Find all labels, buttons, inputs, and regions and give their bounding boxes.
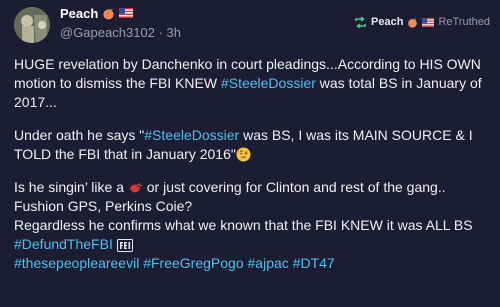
author-name[interactable]: Peach [60, 6, 98, 21]
post-card: Peach @Gapeach3102 · 3h Peach ReTruthed … [0, 0, 500, 307]
peach-emoji-icon [103, 8, 114, 20]
retruth-label: ReTruthed [438, 16, 490, 28]
us-flag-icon [119, 8, 134, 18]
paragraph-3-text-c: Regardless he confirms what we known tha… [14, 217, 473, 233]
paragraph-2-text-a: Under oath he says " [14, 127, 145, 143]
hashtag-link[interactable]: #SteeleDossier [221, 75, 316, 91]
hashtag-link[interactable]: #FreeGregPogo [143, 255, 243, 271]
red-bird-emoji-icon [129, 182, 143, 195]
post-time[interactable]: 3h [166, 25, 180, 40]
raised-eyebrow-emoji-icon [236, 147, 251, 162]
post-paragraph-1: HUGE revelation by Danchenko in court pl… [14, 55, 492, 112]
post-body: HUGE revelation by Danchenko in court pl… [14, 55, 492, 287]
post-paragraph-2: Under oath he says "#SteeleDossier was B… [14, 126, 492, 164]
author-name-row: Peach [60, 5, 134, 21]
hashtag-link[interactable]: #SteeleDossier [144, 127, 239, 143]
hashtag-link[interactable]: #ajpac [248, 255, 289, 271]
author-meta: @Gapeach3102 · 3h [60, 25, 181, 40]
hashtag-link[interactable]: #DT47 [293, 255, 335, 271]
paragraph-3-text-a: Is he singin’ like a [14, 179, 128, 195]
retruth-arrows-icon [355, 16, 366, 28]
hashtag-link[interactable]: #thesepeopleareevil [14, 255, 139, 271]
peach-emoji-icon [408, 18, 418, 28]
avatar[interactable] [14, 7, 50, 43]
fbi-badge-icon [116, 239, 133, 252]
retruth-name[interactable]: Peach [371, 16, 403, 28]
hashtag-link[interactable]: #DefundTheFBI [14, 236, 113, 252]
meta-separator: · [158, 25, 163, 40]
avatar-photo [14, 7, 50, 43]
retruthed-indicator[interactable]: Peach ReTruthed [354, 16, 490, 28]
author-handle[interactable]: @Gapeach3102 [60, 25, 155, 40]
us-flag-icon [422, 17, 435, 27]
post-paragraph-3: Is he singin’ like a or just covering fo… [14, 178, 492, 273]
